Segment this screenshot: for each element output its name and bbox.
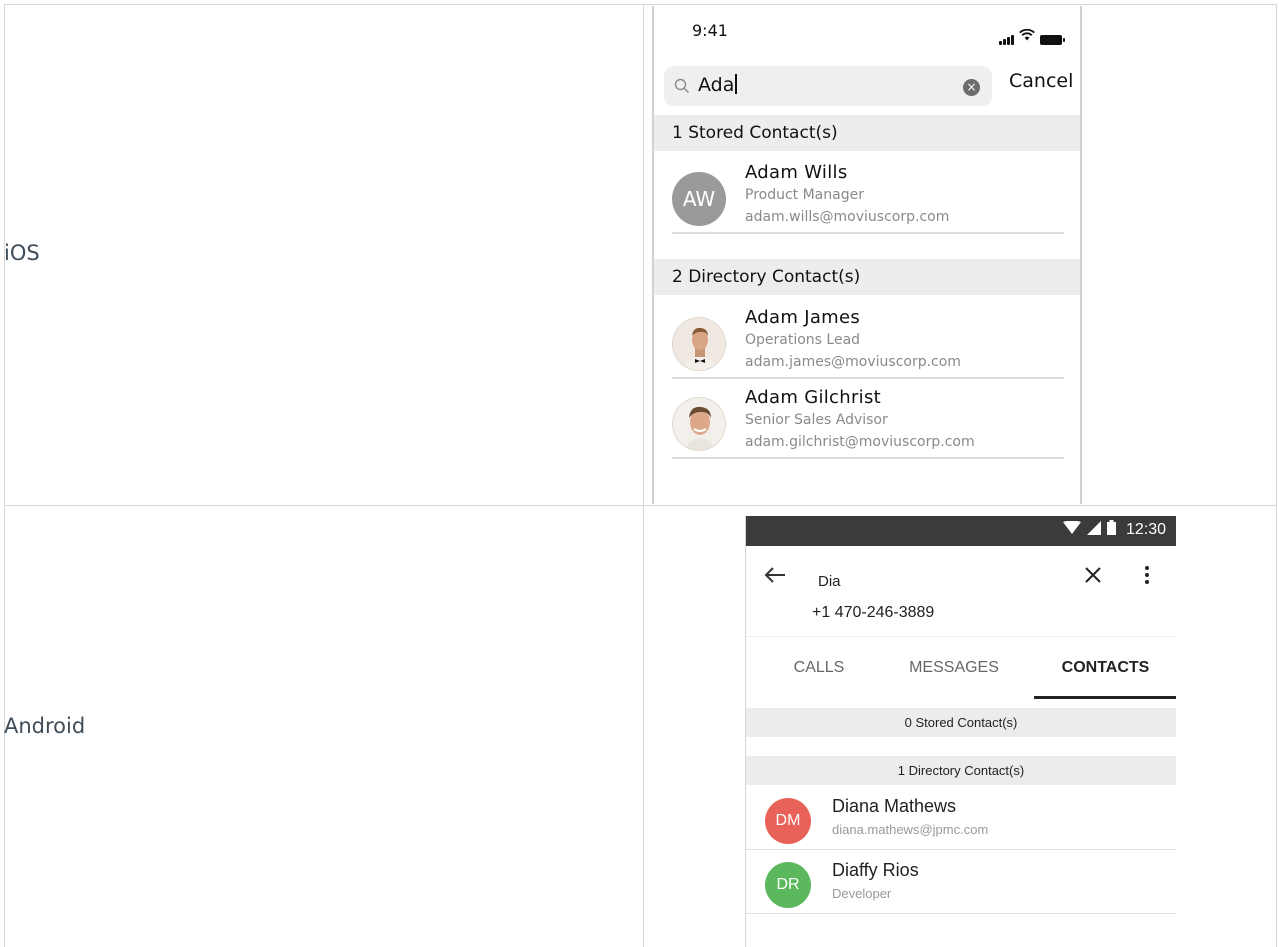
contact-name: Adam Wills <box>745 162 848 183</box>
more-options-icon[interactable] <box>1145 566 1149 587</box>
ios-status-bar: 9:41 <box>654 6 1080 62</box>
battery-icon <box>1040 35 1065 45</box>
tab-contacts[interactable]: CONTACTS <box>1034 637 1176 699</box>
table-column-divider <box>643 4 644 947</box>
contact-name: Diaffy Rios <box>832 860 919 880</box>
wifi-icon <box>1019 26 1035 45</box>
stored-contacts-header: 1 Stored Contact(s) <box>654 115 1080 151</box>
stored-contacts-header: 0 Stored Contact(s) <box>746 708 1176 737</box>
contact-title: Developer <box>832 886 892 901</box>
avatar: DM <box>765 798 811 844</box>
table-border-right <box>1276 4 1277 947</box>
cancel-button[interactable]: Cancel <box>1009 70 1073 92</box>
ios-status-icons <box>999 26 1065 45</box>
ios-search-input[interactable]: Ada <box>698 74 738 96</box>
android-search-screen: 12:30 Dia +1 470-246-3889 CALLS MESSAGES… <box>745 516 1176 947</box>
contact-title: Product Manager <box>745 187 864 203</box>
clear-search-icon[interactable]: × <box>963 79 980 96</box>
battery-icon <box>1106 520 1116 540</box>
table-border-top <box>4 4 1276 5</box>
table-row-divider <box>4 505 1276 506</box>
ios-status-time: 9:41 <box>692 21 728 40</box>
ios-search-field[interactable]: Ada × <box>664 66 992 106</box>
tab-messages[interactable]: MESSAGES <box>896 637 1012 699</box>
ios-search-screen: 9:41 Ada × Cancel 1 Stored Contact(s) AW… <box>652 6 1082 504</box>
contact-name: Adam Gilchrist <box>745 387 882 408</box>
android-tab-bar: CALLS MESSAGES CONTACTS <box>746 636 1176 700</box>
avatar-photo <box>672 397 726 451</box>
android-status-icons: 12:30 <box>1062 520 1166 540</box>
wifi-icon <box>1062 520 1081 540</box>
contact-row[interactable]: DM Diana Mathews diana.mathews@jpmc.com <box>746 786 1176 850</box>
table-border-left <box>4 4 5 947</box>
search-phone-number[interactable]: +1 470-246-3889 <box>812 604 934 622</box>
row-label-ios: iOS <box>4 241 40 265</box>
contact-email: adam.gilchrist@moviuscorp.com <box>745 434 975 450</box>
search-icon <box>674 78 690 98</box>
text-caret <box>735 74 738 94</box>
avatar: DR <box>765 862 811 908</box>
android-status-bar: 12:30 <box>746 516 1176 546</box>
directory-contacts-header: 2 Directory Contact(s) <box>654 259 1080 295</box>
contact-name: Diana Mathews <box>832 796 957 816</box>
contact-name: Adam James <box>745 307 861 328</box>
contact-row[interactable]: DR Diaffy Rios Developer <box>746 850 1176 914</box>
android-search-header: Dia +1 470-246-3889 <box>746 546 1176 636</box>
android-status-time: 12:30 <box>1125 521 1166 538</box>
contact-email: diana.mathews@jpmc.com <box>832 822 989 837</box>
contact-row[interactable]: AW Adam Wills Product Manager adam.wills… <box>672 156 1064 234</box>
avatar-photo <box>672 317 726 371</box>
back-arrow-icon[interactable] <box>764 566 786 588</box>
contact-title: Senior Sales Advisor <box>745 412 888 428</box>
contact-email: adam.wills@moviuscorp.com <box>745 209 950 225</box>
android-search-input[interactable]: Dia <box>818 573 841 590</box>
cellular-signal-icon <box>1086 520 1101 540</box>
cellular-signal-icon <box>999 35 1014 45</box>
close-icon[interactable] <box>1084 565 1102 589</box>
contact-row[interactable]: Adam Gilchrist Senior Sales Advisor adam… <box>672 381 1064 459</box>
avatar: AW <box>672 172 726 226</box>
directory-contacts-header: 1 Directory Contact(s) <box>746 756 1176 785</box>
contact-email: adam.james@moviuscorp.com <box>745 354 961 370</box>
row-label-android: Android <box>4 714 86 738</box>
contact-row[interactable]: Adam James Operations Lead adam.james@mo… <box>672 301 1064 379</box>
tab-calls[interactable]: CALLS <box>764 637 874 699</box>
contact-title: Operations Lead <box>745 332 861 348</box>
